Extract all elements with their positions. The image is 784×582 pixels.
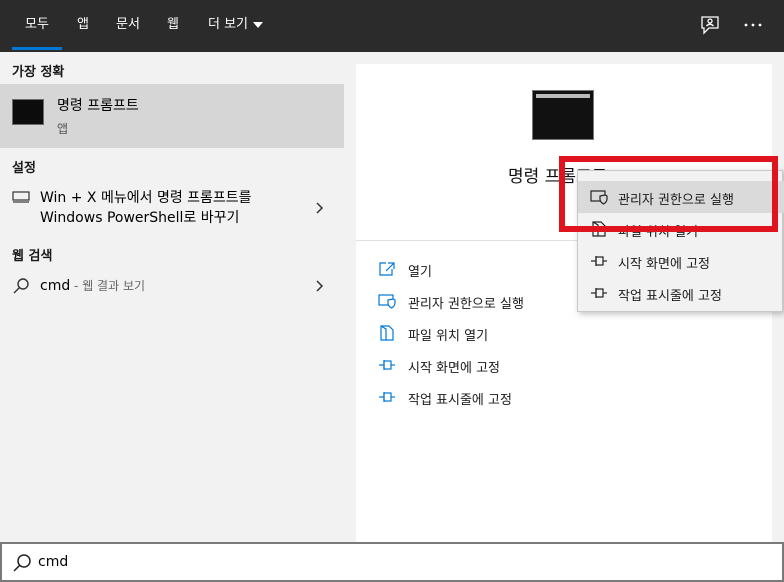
tab-more[interactable]: 더 보기 (208, 0, 264, 52)
best-match-item[interactable]: 명령 프롬프트 앱 (0, 84, 344, 148)
context-open-file-location[interactable]: 파일 위치 열기 (578, 213, 784, 245)
best-match-header: 가장 정확 (12, 65, 65, 80)
context-run-as-admin-label: 관리자 권한으로 실행 (618, 193, 734, 208)
command-prompt-icon (12, 99, 44, 125)
search-input[interactable] (38, 551, 738, 573)
pin-icon (379, 360, 395, 370)
search-box (0, 542, 784, 582)
pin-icon (379, 392, 395, 402)
best-match-title: 명령 프롬프트 (57, 98, 139, 114)
web-search-header: 웹 검색 (12, 249, 53, 264)
shield-icon (378, 294, 396, 309)
file-location-icon (592, 221, 606, 237)
results-list: 가장 정확 명령 프롬프트 앱 설정 Win + X 메뉴에서 명령 프롬프트를… (0, 52, 344, 542)
context-pin-to-taskbar-label: 작업 표시줄에 고정 (618, 289, 722, 304)
action-open-label: 열기 (408, 265, 432, 280)
tab-all[interactable]: 모두 (12, 0, 62, 52)
action-pin-to-taskbar-label: 작업 표시줄에 고정 (408, 393, 512, 408)
tab-more-label: 더 보기 (208, 17, 249, 32)
context-open-file-location-label: 파일 위치 열기 (618, 225, 699, 240)
shield-icon (590, 190, 608, 205)
tab-web[interactable]: 웹 (167, 0, 179, 52)
action-pin-to-taskbar[interactable]: 작업 표시줄에 고정 (378, 386, 758, 410)
tab-apps[interactable]: 앱 (77, 0, 89, 52)
settings-item-line2: Windows PowerShell로 바꾸기 (40, 210, 240, 226)
command-prompt-icon (532, 90, 594, 140)
web-search-query: cmd (40, 278, 71, 294)
context-pin-to-start[interactable]: 시작 화면에 고정 (578, 245, 784, 277)
pin-icon (591, 256, 607, 266)
file-location-icon (380, 325, 394, 341)
tab-documents[interactable]: 문서 (116, 0, 140, 52)
action-open-file-location-label: 파일 위치 열기 (408, 329, 489, 344)
action-run-as-admin-label: 관리자 권한으로 실행 (408, 297, 524, 312)
context-pin-to-start-label: 시작 화면에 고정 (618, 257, 710, 272)
context-menu: 관리자 권한으로 실행 파일 위치 열기 시작 화면에 고정 작업 표시줄에 고… (577, 170, 784, 312)
action-open-file-location[interactable]: 파일 위치 열기 (378, 322, 758, 346)
feedback-icon[interactable] (699, 14, 721, 36)
web-search-suffix: - 웹 결과 보기 (70, 279, 146, 293)
web-search-item[interactable]: cmd - 웹 결과 보기 (0, 274, 344, 300)
context-run-as-admin[interactable]: 관리자 권한으로 실행 (578, 181, 784, 213)
action-pin-to-start[interactable]: 시작 화면에 고정 (378, 354, 758, 378)
chevron-right-icon (316, 280, 324, 292)
search-icon (13, 554, 31, 572)
more-icon[interactable] (742, 14, 764, 36)
settings-item-line1: Win + X 메뉴에서 명령 프롬프트를 (40, 190, 252, 206)
best-match-subtitle: 앱 (57, 122, 69, 136)
pin-icon (591, 288, 607, 298)
settings-header: 설정 (12, 161, 36, 176)
search-scope-tabs: 모두 앱 문서 웹 더 보기 (0, 0, 784, 52)
action-pin-to-start-label: 시작 화면에 고정 (408, 361, 500, 376)
search-icon (12, 277, 30, 299)
chevron-down-icon (253, 21, 264, 28)
open-icon (379, 262, 395, 276)
chevron-right-icon (316, 202, 324, 214)
context-pin-to-taskbar[interactable]: 작업 표시줄에 고정 (578, 277, 784, 309)
display-icon (12, 191, 30, 207)
settings-item[interactable]: Win + X 메뉴에서 명령 프롬프트를 Windows PowerShell… (0, 186, 344, 230)
